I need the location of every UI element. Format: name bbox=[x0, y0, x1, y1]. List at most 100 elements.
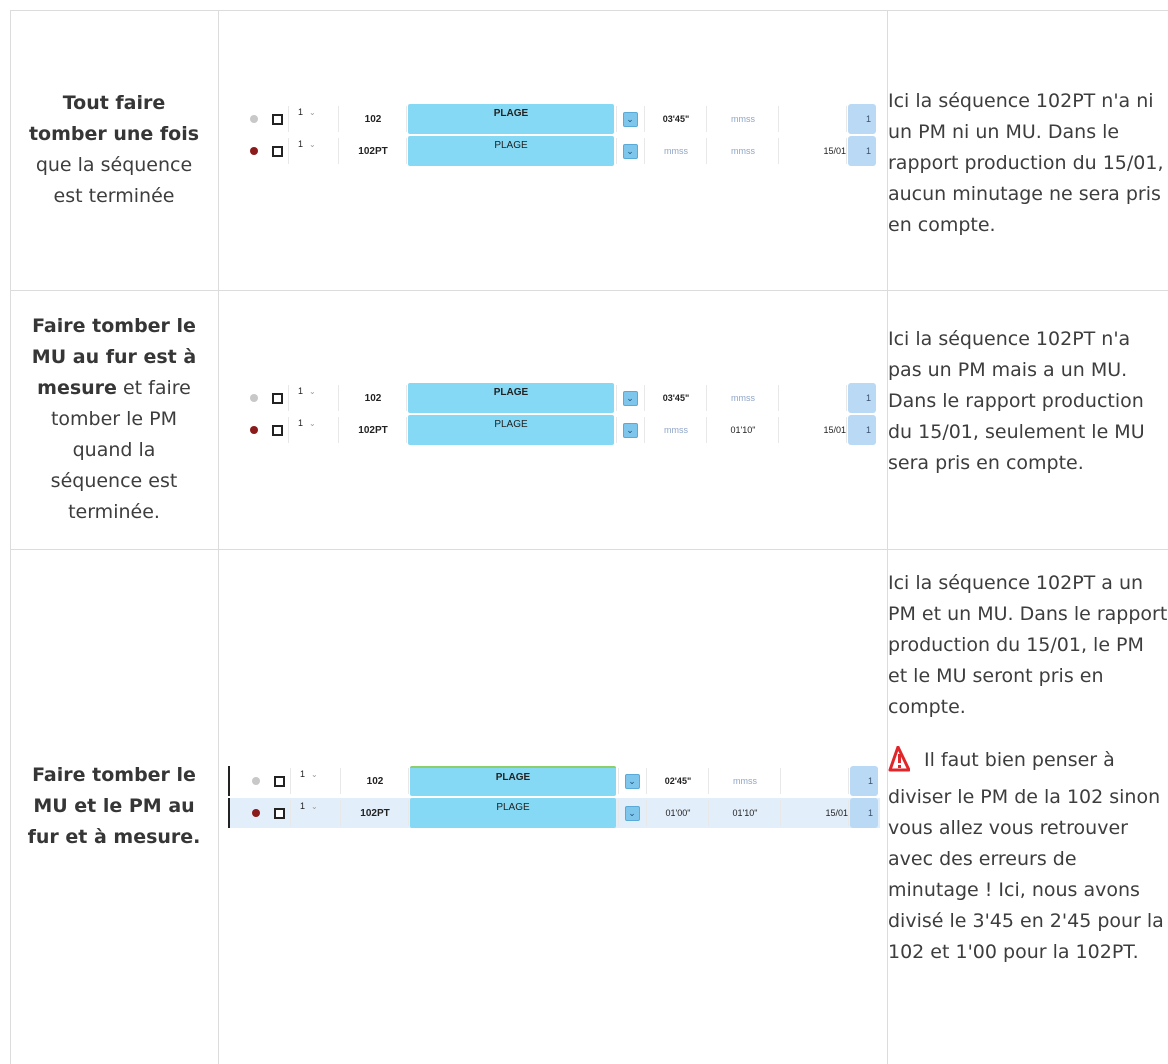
plage-field[interactable]: PLAGE bbox=[410, 766, 616, 796]
checkbox[interactable] bbox=[272, 145, 283, 157]
sequence-code: 102 bbox=[364, 392, 382, 404]
cell-pm: 03'45" bbox=[646, 383, 706, 413]
column-separator bbox=[780, 768, 781, 794]
cell-mu: 01'10" bbox=[710, 798, 780, 828]
quantity-select[interactable]: 1 ⌄ bbox=[298, 386, 316, 396]
checkbox[interactable] bbox=[274, 807, 285, 819]
column-separator bbox=[644, 417, 645, 443]
plage-field[interactable]: PLAGE bbox=[408, 415, 614, 445]
quantity-select[interactable]: 1 ⌄ bbox=[298, 107, 316, 117]
quantity-select[interactable]: 1 ⌄ bbox=[300, 801, 318, 811]
table-row[interactable]: 1 ⌄ 102 PLAGE ⌄ 03'45" mmss 1 bbox=[228, 104, 878, 134]
cell-mu: mmss bbox=[708, 383, 778, 413]
column-separator bbox=[288, 417, 289, 443]
row-3-description-bold: Faire tomber le MU et le PM au fur et à … bbox=[27, 764, 201, 848]
row-1-description-bold: Tout faire tomber une fois bbox=[28, 92, 200, 145]
cell-chk bbox=[274, 766, 288, 796]
plage-field[interactable]: PLAGE bbox=[408, 136, 614, 166]
column-separator bbox=[288, 138, 289, 164]
column-separator bbox=[408, 800, 409, 826]
table-row[interactable]: 1 ⌄ 102PT PLAGE ⌄ mmss 01'10" 15/01 1 bbox=[228, 415, 878, 445]
column-separator bbox=[778, 417, 779, 443]
dropdown-chevron-icon[interactable]: ⌄ bbox=[624, 773, 640, 789]
table-row[interactable]: 1 ⌄ 102 PLAGE ⌄ 02'45" mmss 1 bbox=[228, 766, 880, 796]
cell-date bbox=[782, 766, 848, 796]
dropdown-chevron-icon[interactable]: ⌄ bbox=[622, 143, 638, 159]
sequence-code: 102PT bbox=[360, 807, 390, 819]
plage-field[interactable]: PLAGE bbox=[408, 104, 614, 134]
cell-num: 1 ⌄ bbox=[298, 383, 338, 413]
cell-date: 15/01 bbox=[782, 798, 848, 828]
mu-field[interactable]: mmss bbox=[733, 776, 757, 786]
pm-field[interactable]: 03'45" bbox=[663, 393, 689, 403]
column-separator bbox=[646, 800, 647, 826]
checkbox[interactable] bbox=[272, 392, 283, 404]
pm-field[interactable]: mmss bbox=[664, 146, 688, 156]
cell-chk bbox=[272, 136, 286, 166]
dropdown-chevron-icon[interactable]: ⌄ bbox=[622, 111, 638, 127]
count-badge[interactable]: 1 bbox=[848, 136, 876, 166]
mu-field[interactable]: mmss bbox=[731, 114, 755, 124]
mu-field[interactable]: 01'10" bbox=[731, 425, 756, 435]
chevron-down-icon: ⌄ bbox=[309, 108, 316, 117]
count-badge[interactable]: 1 bbox=[848, 104, 876, 134]
column-separator bbox=[846, 417, 847, 443]
checkbox[interactable] bbox=[272, 113, 283, 125]
sequence-code: 102PT bbox=[358, 145, 388, 157]
pm-field[interactable]: 02'45" bbox=[665, 776, 691, 786]
count-badge[interactable]: 1 bbox=[850, 798, 878, 828]
checkbox[interactable] bbox=[272, 424, 283, 436]
column-separator bbox=[338, 385, 339, 411]
row-3-explanation-text: Ici la séquence 102PT a un PM et un MU. … bbox=[888, 572, 1168, 718]
quantity-select[interactable]: 1 ⌄ bbox=[298, 418, 316, 428]
column-separator bbox=[618, 768, 619, 794]
chevron-down-icon: ⌄ bbox=[311, 770, 318, 779]
dropdown-chevron-icon[interactable]: ⌄ bbox=[622, 390, 638, 406]
status-dot-icon bbox=[250, 147, 258, 155]
column-separator bbox=[616, 385, 617, 411]
status-dot-icon bbox=[250, 426, 258, 434]
status-dot-icon bbox=[250, 394, 258, 402]
cell-code: 102PT bbox=[340, 415, 406, 445]
cell-pm: 02'45" bbox=[648, 766, 708, 796]
row-3-warning-text: Il faut bien penser à diviser le PM de l… bbox=[888, 749, 1164, 963]
status-dot-icon bbox=[252, 809, 260, 817]
cell-date bbox=[780, 383, 846, 413]
date-field: 15/01 bbox=[825, 808, 848, 818]
count-badge[interactable]: 1 bbox=[848, 383, 876, 413]
cell-num: 1 ⌄ bbox=[300, 798, 340, 828]
quantity-select[interactable]: 1 ⌄ bbox=[298, 139, 316, 149]
mu-field[interactable]: mmss bbox=[731, 393, 755, 403]
chevron-down-icon: ⌄ bbox=[309, 140, 316, 149]
chevron-down-icon: ⌄ bbox=[309, 387, 316, 396]
mu-field[interactable]: mmss bbox=[731, 146, 755, 156]
column-separator bbox=[706, 106, 707, 132]
pm-field[interactable]: 03'45" bbox=[663, 114, 689, 124]
quantity-value: 1 bbox=[300, 769, 306, 779]
column-separator bbox=[288, 106, 289, 132]
count-badge[interactable]: 1 bbox=[848, 415, 876, 445]
cell-num: 1 ⌄ bbox=[300, 766, 340, 796]
checkbox[interactable] bbox=[274, 775, 285, 787]
plage-field[interactable]: PLAGE bbox=[408, 383, 614, 413]
dropdown-chevron-icon[interactable]: ⌄ bbox=[622, 422, 638, 438]
cell-mu: 01'10" bbox=[708, 415, 778, 445]
cell-code: 102PT bbox=[342, 798, 408, 828]
column-separator bbox=[848, 768, 849, 794]
dropdown-chevron-icon[interactable]: ⌄ bbox=[624, 805, 640, 821]
column-separator bbox=[706, 138, 707, 164]
mu-field[interactable]: 01'10" bbox=[733, 808, 758, 818]
quantity-select[interactable]: 1 ⌄ bbox=[300, 769, 318, 779]
count-badge[interactable]: 1 bbox=[850, 766, 878, 796]
table-row[interactable]: 1 ⌄ 102PT PLAGE ⌄ mmss mmss 15/01 1 bbox=[228, 136, 878, 166]
table-row[interactable]: 1 ⌄ 102PT PLAGE ⌄ 01'00" 01'10" 15/01 1 bbox=[228, 798, 880, 828]
date-field: 15/01 bbox=[823, 425, 846, 435]
pm-field[interactable]: 01'00" bbox=[666, 808, 691, 818]
column-separator bbox=[644, 138, 645, 164]
cell-dd: ⌄ bbox=[618, 415, 642, 445]
column-separator bbox=[846, 106, 847, 132]
quantity-value: 1 bbox=[300, 801, 306, 811]
table-row[interactable]: 1 ⌄ 102 PLAGE ⌄ 03'45" mmss 1 bbox=[228, 383, 878, 413]
pm-field[interactable]: mmss bbox=[664, 425, 688, 435]
plage-field[interactable]: PLAGE bbox=[410, 798, 616, 828]
